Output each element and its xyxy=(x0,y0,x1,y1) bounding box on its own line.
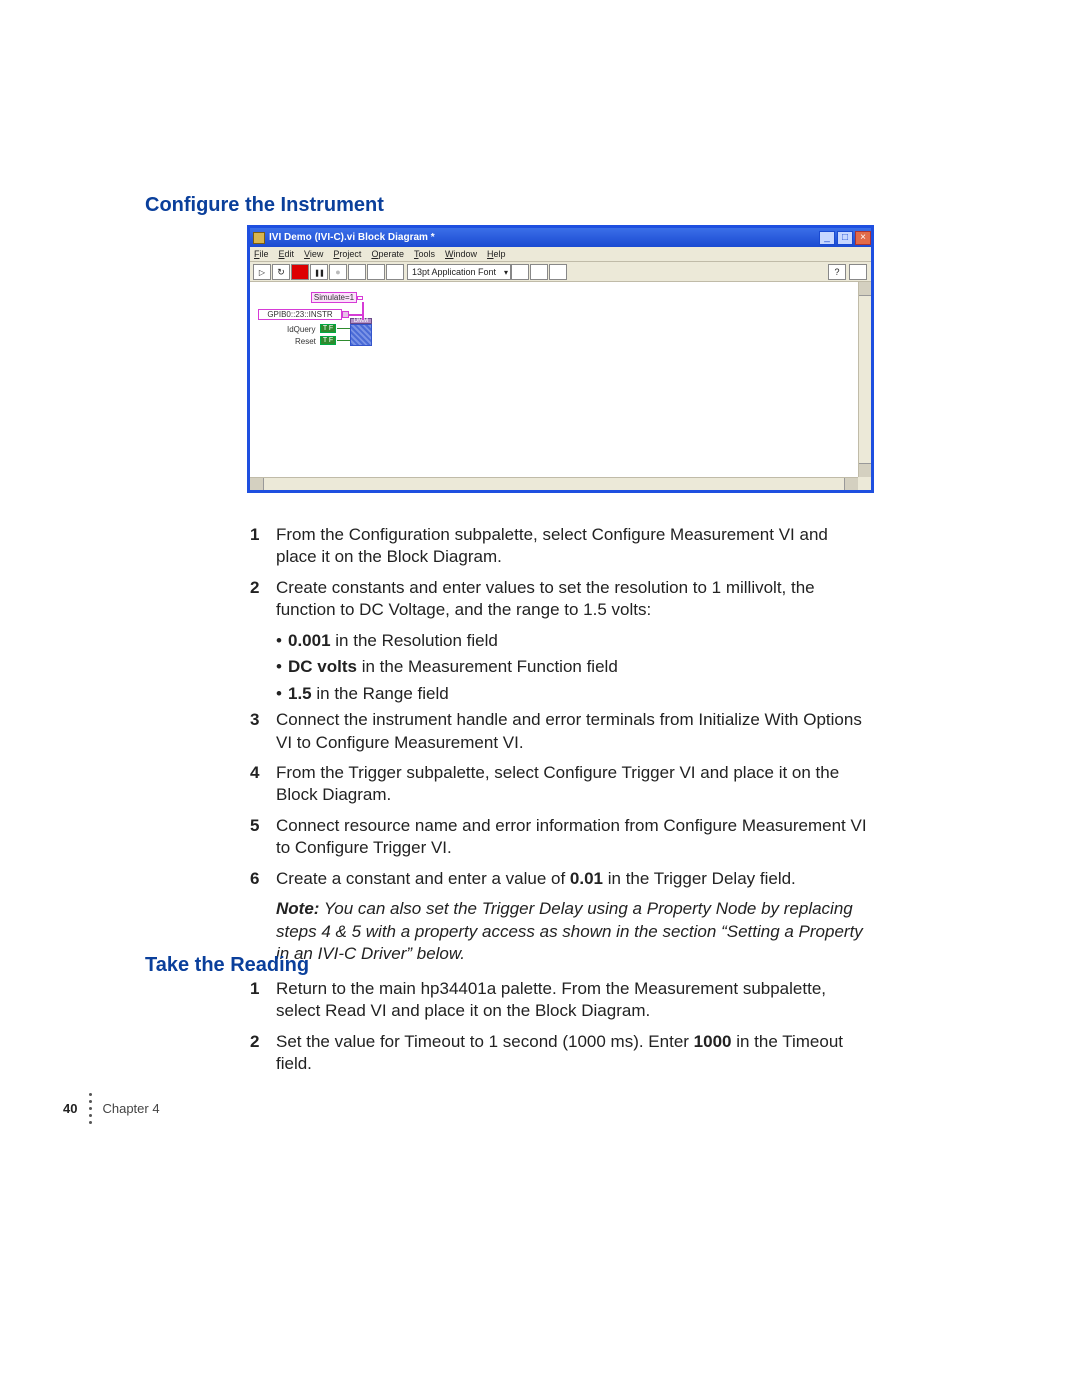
font-dropdown[interactable]: 13pt Application Font xyxy=(407,264,511,280)
wire xyxy=(337,328,350,329)
initialize-vi-node[interactable] xyxy=(350,324,372,346)
reorder-button[interactable] xyxy=(549,264,567,280)
step-into-button[interactable] xyxy=(367,264,385,280)
sub-item: 0.001 in the Resolution field xyxy=(276,630,870,652)
page-number: 40 xyxy=(63,1101,77,1116)
step-number: 2 xyxy=(250,1031,276,1076)
vertical-scrollbar[interactable] xyxy=(858,282,871,477)
scrollbar-corner xyxy=(858,477,871,490)
minimize-button[interactable]: _ xyxy=(819,231,835,245)
labview-window: IVI Demo (IVI-C).vi Block Diagram * _ □ … xyxy=(247,225,874,493)
list-item: 4 From the Trigger subpalette, select Co… xyxy=(250,762,870,807)
block-diagram-canvas[interactable]: Simulate=1 GPIB0::23::INSTR IdQuery Rese… xyxy=(253,282,868,477)
run-continuous-button[interactable] xyxy=(272,264,290,280)
page-footer: 40 Chapter 4 xyxy=(63,1093,160,1124)
menu-project[interactable]: Project xyxy=(333,249,361,259)
window-title: IVI Demo (IVI-C).vi Block Diagram * xyxy=(269,232,817,243)
idquery-bool-constant[interactable]: T F xyxy=(320,324,336,333)
help-icon[interactable]: ? xyxy=(828,264,846,280)
menu-file[interactable]: File xyxy=(254,249,269,259)
pause-button[interactable] xyxy=(310,264,328,280)
idquery-label: IdQuery xyxy=(287,325,315,334)
step-number: 1 xyxy=(250,978,276,1023)
configure-steps: 1 From the Configuration subpalette, sel… xyxy=(250,524,870,965)
reset-label: Reset xyxy=(295,337,316,346)
reset-bool-constant[interactable]: T F xyxy=(320,336,336,345)
step-over-button[interactable] xyxy=(386,264,404,280)
window-buttons: _ □ × xyxy=(817,231,871,245)
abort-button[interactable] xyxy=(291,264,309,280)
highlight-exec-button[interactable] xyxy=(329,264,347,280)
step-text: Set the value for Timeout to 1 second (1… xyxy=(276,1031,870,1076)
step-text: Connect resource name and error informat… xyxy=(276,815,870,860)
align-button[interactable] xyxy=(511,264,529,280)
vi-icon-button[interactable] xyxy=(849,264,867,280)
chapter-label: Chapter 4 xyxy=(102,1101,159,1116)
list-item: 3 Connect the instrument handle and erro… xyxy=(250,709,870,754)
distribute-button[interactable] xyxy=(530,264,548,280)
window-app-icon xyxy=(253,232,265,244)
step-number: 1 xyxy=(250,524,276,569)
list-item: 1 From the Configuration subpalette, sel… xyxy=(250,524,870,569)
wire xyxy=(362,302,364,320)
step-text: Create constants and enter values to set… xyxy=(276,577,870,622)
horizontal-scrollbar[interactable] xyxy=(250,477,858,490)
list-item: 2 Set the value for Timeout to 1 second … xyxy=(250,1031,870,1076)
simulate-constant[interactable]: Simulate=1 xyxy=(311,292,357,303)
heading-configure: Configure the Instrument xyxy=(145,194,384,217)
retain-wire-button[interactable] xyxy=(348,264,366,280)
menu-view[interactable]: View xyxy=(304,249,323,259)
step-number: 6 xyxy=(250,868,276,890)
list-item: 1 Return to the main hp34401a palette. F… xyxy=(250,978,870,1023)
simulate-terminal xyxy=(357,296,363,300)
footer-dots-icon xyxy=(89,1093,92,1124)
wire xyxy=(337,340,350,341)
window-titlebar: IVI Demo (IVI-C).vi Block Diagram * _ □ … xyxy=(250,228,871,247)
heading-take-reading: Take the Reading xyxy=(145,954,309,977)
menu-edit[interactable]: Edit xyxy=(279,249,295,259)
step-text: Return to the main hp34401a palette. Fro… xyxy=(276,978,870,1023)
list-item: 6 Create a constant and enter a value of… xyxy=(250,868,870,890)
note-text: Note: You can also set the Trigger Delay… xyxy=(276,898,870,965)
wire xyxy=(348,314,364,316)
reading-steps: 1 Return to the main hp34401a palette. F… xyxy=(250,978,870,1084)
step-text: From the Configuration subpalette, selec… xyxy=(276,524,870,569)
step-number: 3 xyxy=(250,709,276,754)
document-page: Configure the Instrument IVI Demo (IVI-C… xyxy=(0,0,1080,1397)
step-number: 4 xyxy=(250,762,276,807)
list-item: 5 Connect resource name and error inform… xyxy=(250,815,870,860)
step-number: 5 xyxy=(250,815,276,860)
menu-tools[interactable]: Tools xyxy=(414,249,435,259)
toolbar: 13pt Application Font ? xyxy=(250,262,871,282)
step-number: 2 xyxy=(250,577,276,622)
maximize-button[interactable]: □ xyxy=(837,231,853,245)
close-button[interactable]: × xyxy=(855,231,871,245)
list-item: 2 Create constants and enter values to s… xyxy=(250,577,870,622)
step-text: From the Trigger subpalette, select Conf… xyxy=(276,762,870,807)
menu-operate[interactable]: Operate xyxy=(371,249,404,259)
step-text: Create a constant and enter a value of 0… xyxy=(276,868,870,890)
menubar: File Edit View Project Operate Tools Win… xyxy=(250,247,871,262)
instr-resource-constant[interactable]: GPIB0::23::INSTR xyxy=(258,309,342,320)
step-text: Connect the instrument handle and error … xyxy=(276,709,870,754)
run-button[interactable] xyxy=(253,264,271,280)
menu-help[interactable]: Help xyxy=(487,249,506,259)
menu-window[interactable]: Window xyxy=(445,249,477,259)
sub-item: DC volts in the Measurement Function fie… xyxy=(276,656,870,678)
sub-item: 1.5 in the Range field xyxy=(276,683,870,705)
